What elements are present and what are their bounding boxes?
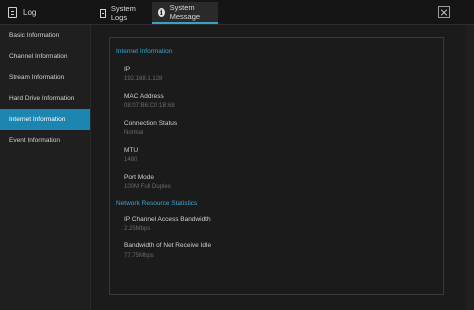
net-receive-idle-label: Bandwidth of Net Receive Idle bbox=[124, 242, 212, 249]
tab-system-message[interactable]: i System Message bbox=[152, 2, 218, 24]
main-content: Internet Information IP 192.168.1.128 MA… bbox=[91, 25, 474, 310]
mtu-value: 1480 bbox=[124, 157, 138, 163]
info-icon: i bbox=[158, 7, 165, 17]
sidebar-item-channel-information[interactable]: Channel Information bbox=[0, 46, 90, 67]
net-receive-idle-value: 77.75Mbps bbox=[124, 253, 154, 259]
mac-label: MAC Address bbox=[124, 93, 164, 100]
sidebar: Basic Information Channel Information St… bbox=[0, 25, 91, 310]
sidebar-item-internet-information[interactable]: Internet Information bbox=[0, 109, 90, 130]
tab-system-logs-label: System Logs bbox=[110, 4, 136, 22]
ip-channel-bandwidth-value: 2.25Mbps bbox=[124, 226, 151, 232]
port-mode-label: Port Mode bbox=[124, 174, 154, 181]
mac-value: 08:07:B6:C0:1B:68 bbox=[124, 103, 175, 109]
internet-section-title: Internet Information bbox=[116, 48, 173, 55]
ip-label: IP bbox=[124, 66, 131, 73]
sidebar-item-hard-drive-information[interactable]: Hard Drive Information bbox=[0, 88, 90, 109]
info-panel: Internet Information IP 192.168.1.128 MA… bbox=[109, 37, 444, 295]
close-button[interactable] bbox=[438, 6, 450, 18]
logs-icon bbox=[100, 8, 106, 18]
connection-status-value: Normal bbox=[124, 130, 144, 136]
log-document-icon bbox=[8, 6, 17, 18]
app-title: Log bbox=[8, 5, 36, 19]
sidebar-item-event-information[interactable]: Event Information bbox=[0, 130, 90, 151]
network-section-title: Network Resource Statistics bbox=[116, 200, 198, 207]
sidebar-item-stream-information[interactable]: Stream Information bbox=[0, 67, 90, 88]
sidebar-item-basic-information[interactable]: Basic Information bbox=[0, 25, 90, 46]
ip-channel-bandwidth-label: IP Channel Access Bandwidth bbox=[124, 216, 211, 223]
mtu-label: MTU bbox=[124, 147, 139, 154]
tab-system-message-label: System Message bbox=[169, 3, 201, 21]
right-edge bbox=[466, 25, 474, 310]
tab-system-logs[interactable]: System Logs bbox=[94, 2, 150, 24]
window-title: Log bbox=[23, 7, 37, 17]
port-mode-value: 100M Full Duplex bbox=[124, 184, 171, 190]
connection-status-label: Connection Status bbox=[124, 120, 178, 127]
ip-value: 192.168.1.128 bbox=[124, 76, 163, 82]
title-bar: Log System Logs i System Message bbox=[0, 0, 474, 25]
